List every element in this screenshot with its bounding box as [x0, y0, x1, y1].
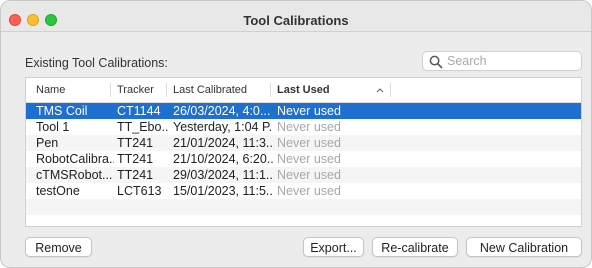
cell-last-used: Never used: [277, 168, 341, 182]
tool-calibrations-window: Tool Calibrations Existing Tool Calibrat…: [0, 0, 592, 268]
column-divider[interactable]: [110, 83, 111, 97]
cell-last-calibrated: 21/01/2024, 11:3...: [173, 136, 273, 150]
cell-tracker: TT241: [117, 152, 154, 166]
cell-name: RobotCalibra...: [36, 152, 114, 166]
cell-last-used: Never used: [277, 184, 341, 198]
cell-last-used: Never used: [277, 104, 341, 118]
column-divider[interactable]: [166, 83, 167, 97]
search-input[interactable]: [447, 53, 575, 69]
export-button[interactable]: Export...: [303, 237, 364, 257]
column-divider[interactable]: [390, 83, 391, 97]
calibrations-table[interactable]: Name Tracker Last Calibrated Last Used T…: [25, 77, 582, 227]
remove-button[interactable]: Remove: [25, 237, 92, 257]
search-icon: [429, 55, 443, 69]
column-header-last-used[interactable]: Last Used: [277, 78, 372, 102]
cell-last-calibrated: 21/10/2024, 6:20...: [173, 152, 273, 166]
cell-last-used: Never used: [277, 152, 341, 166]
cell-last-calibrated: 15/01/2023, 11:5...: [173, 184, 273, 198]
column-header-tracker[interactable]: Tracker: [117, 78, 167, 102]
cell-name: testOne: [36, 184, 80, 198]
table-row[interactable]: cTMSRobot... TT241 29/03/2024, 11:1... N…: [26, 167, 581, 183]
cell-name: TMS Coil: [36, 104, 88, 118]
window-title: Tool Calibrations: [243, 13, 349, 28]
cell-last-used: Never used: [277, 120, 341, 134]
column-divider[interactable]: [270, 83, 271, 97]
table-row[interactable]: testOne LCT613 15/01/2023, 11:5... Never…: [26, 183, 581, 199]
cell-tracker: CT1144: [117, 104, 161, 118]
cell-last-calibrated: Yesterday, 1:04 P...: [173, 120, 273, 134]
cell-tracker: TT_Ebo...: [117, 120, 169, 134]
search-field[interactable]: [422, 51, 582, 71]
cell-tracker: TT241: [117, 136, 154, 150]
table-row[interactable]: RobotCalibra... TT241 21/10/2024, 6:20..…: [26, 151, 581, 167]
empty-row: [26, 199, 581, 215]
column-header-last-calibrated[interactable]: Last Calibrated: [173, 78, 268, 102]
table-row[interactable]: Tool 1 TT_Ebo... Yesterday, 1:04 P... Ne…: [26, 119, 581, 135]
recalibrate-button[interactable]: Re-calibrate: [372, 237, 458, 257]
title-bar: Tool Calibrations: [1, 1, 591, 32]
new-calibration-button[interactable]: New Calibration: [466, 237, 582, 257]
table-row[interactable]: Pen TT241 21/01/2024, 11:3... Never used: [26, 135, 581, 151]
cell-last-calibrated: 26/03/2024, 4:0...: [173, 104, 271, 118]
existing-calibrations-label: Existing Tool Calibrations:: [25, 56, 168, 70]
cell-last-calibrated: 29/03/2024, 11:1...: [173, 168, 273, 182]
cell-tracker: LCT613: [117, 184, 162, 198]
table-row[interactable]: TMS Coil CT1144 26/03/2024, 4:0... Never…: [26, 103, 581, 119]
sort-ascending-icon: [376, 88, 384, 93]
column-header-name[interactable]: Name: [36, 78, 116, 102]
cell-name: Pen: [36, 136, 59, 150]
table-header: Name Tracker Last Calibrated Last Used: [26, 78, 581, 103]
cell-name: cTMSRobot...: [36, 168, 113, 182]
cell-name: Tool 1: [36, 120, 70, 134]
cell-tracker: TT241: [117, 168, 154, 182]
cell-last-used: Never used: [277, 136, 341, 150]
